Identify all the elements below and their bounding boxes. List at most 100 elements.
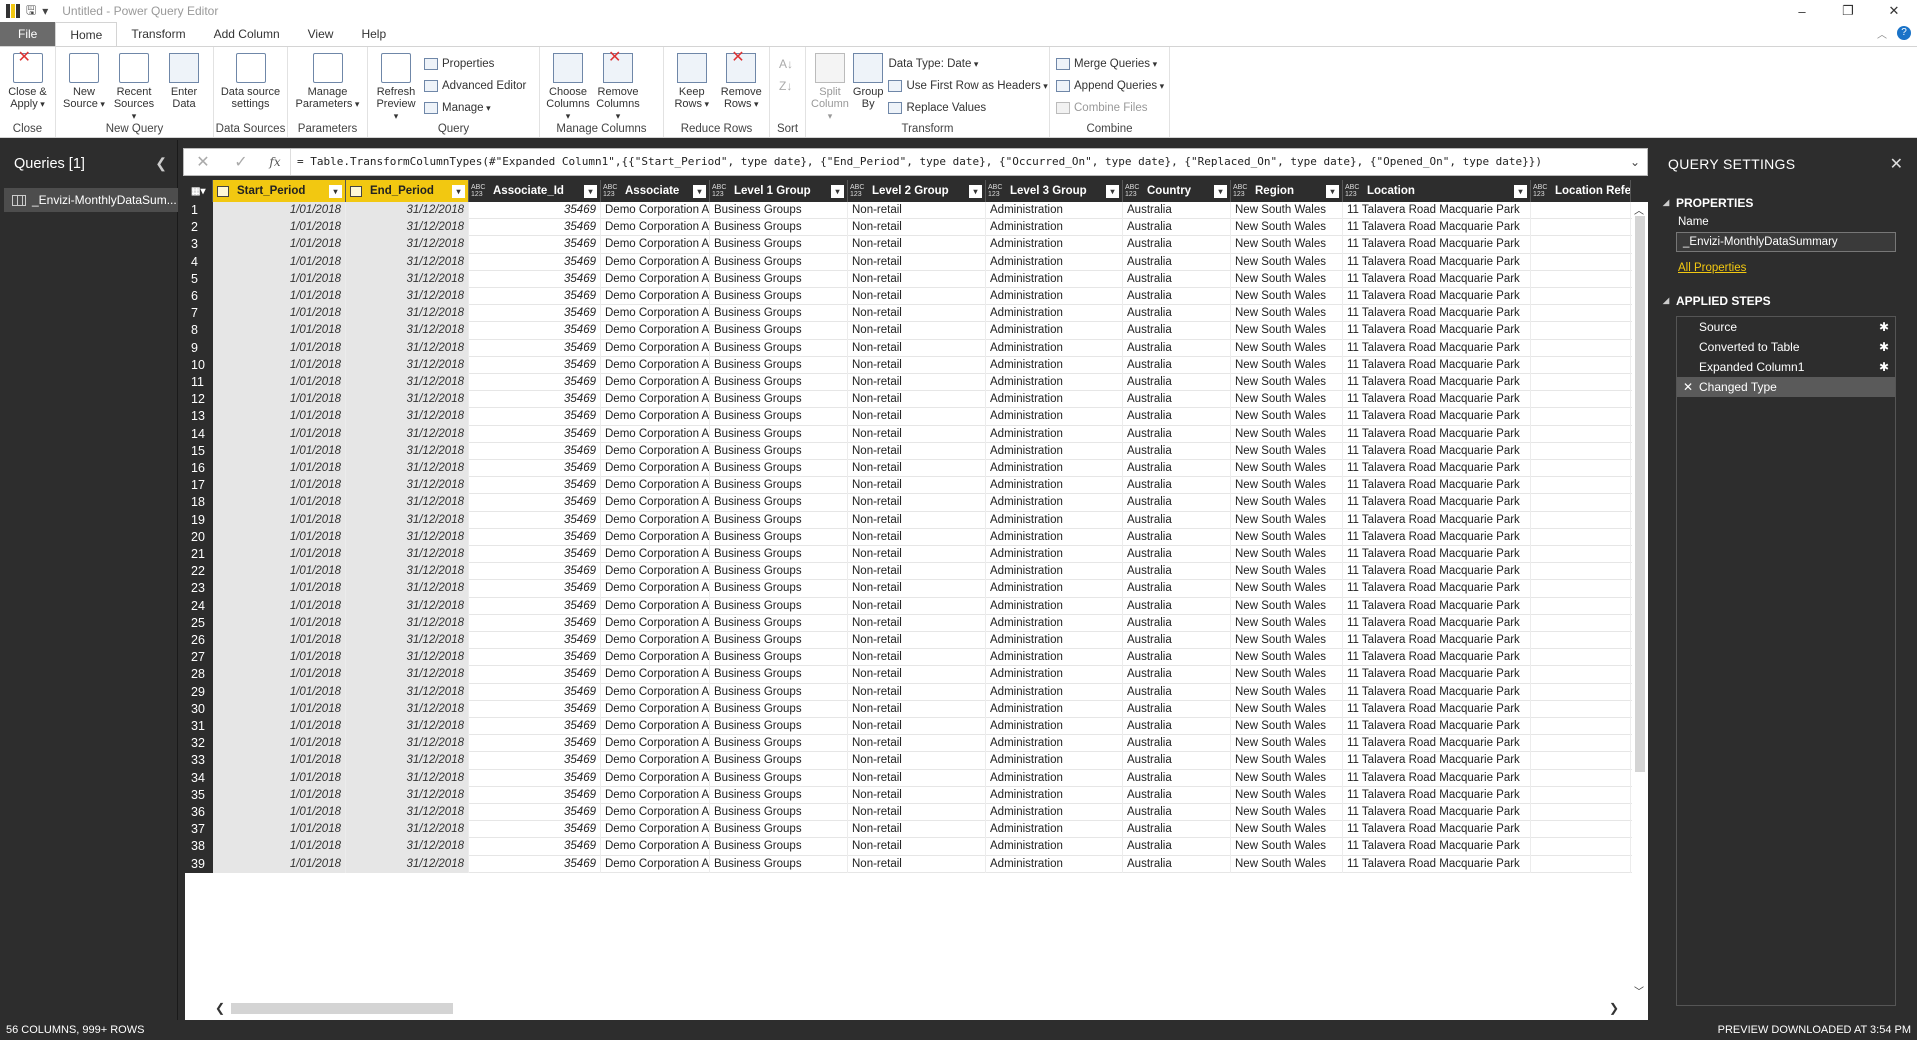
table-cell[interactable]: 35469 — [469, 700, 601, 718]
table-cell[interactable]: Business Groups — [710, 804, 848, 822]
table-cell[interactable]: Demo Corporation AU — [601, 288, 710, 306]
row-number[interactable]: 22 — [185, 563, 213, 581]
table-cell[interactable]: Australia — [1123, 322, 1231, 340]
row-number[interactable]: 10 — [185, 356, 213, 374]
table-cell[interactable]: 1/01/2018 — [213, 202, 346, 220]
table-cell[interactable]: 31/12/2018 — [346, 821, 469, 839]
table-cell[interactable]: Business Groups — [710, 288, 848, 306]
column-header[interactable]: Start_Period ▾ — [213, 180, 346, 202]
table-cell[interactable]: 1/01/2018 — [213, 580, 346, 598]
table-cell[interactable]: New South Wales — [1231, 855, 1343, 873]
horizontal-scroll-thumb[interactable] — [231, 1003, 453, 1014]
table-cell[interactable]: New South Wales — [1231, 752, 1343, 770]
table-cell[interactable]: 11 Talavera Road Macquarie Park — [1343, 563, 1531, 581]
row-number[interactable]: 37 — [185, 821, 213, 839]
table-cell[interactable] — [1531, 408, 1631, 426]
table-cell[interactable]: 35469 — [469, 477, 601, 495]
table-cell[interactable]: 11 Talavera Road Macquarie Park — [1343, 511, 1531, 529]
table-cell[interactable]: Australia — [1123, 546, 1231, 564]
table-cell[interactable]: Business Groups — [710, 528, 848, 546]
table-cell[interactable]: New South Wales — [1231, 391, 1343, 409]
table-cell[interactable]: Demo Corporation AU — [601, 528, 710, 546]
table-cell[interactable]: 1/01/2018 — [213, 425, 346, 443]
table-cell[interactable] — [1531, 546, 1631, 564]
row-number[interactable]: 38 — [185, 838, 213, 856]
table-cell[interactable] — [1531, 356, 1631, 374]
table-cell[interactable]: Demo Corporation AU — [601, 752, 710, 770]
vertical-scroll-thumb[interactable] — [1635, 216, 1645, 772]
table-cell[interactable]: Australia — [1123, 614, 1231, 632]
table-row[interactable]: 20 1/01/2018 31/12/2018 35469 Demo Corporati… — [185, 528, 1648, 546]
table-cell[interactable]: 31/12/2018 — [346, 270, 469, 288]
table-cell[interactable]: Business Groups — [710, 219, 848, 237]
table-cell[interactable]: Demo Corporation AU — [601, 769, 710, 787]
table-cell[interactable]: Business Groups — [710, 597, 848, 615]
table-cell[interactable]: Demo Corporation AU — [601, 374, 710, 392]
query-name-input[interactable]: _Envizi-MonthlyDataSummary — [1676, 232, 1896, 252]
table-cell[interactable]: 11 Talavera Road Macquarie Park — [1343, 528, 1531, 546]
table-row[interactable]: 7 1/01/2018 31/12/2018 35469 Demo Corporatio… — [185, 305, 1648, 323]
table-cell[interactable]: Demo Corporation AU — [601, 666, 710, 684]
table-cell[interactable]: New South Wales — [1231, 804, 1343, 822]
table-cell[interactable]: Business Groups — [710, 408, 848, 426]
table-row[interactable]: 29 1/01/2018 31/12/2018 35469 Demo Corporati… — [185, 683, 1648, 701]
maximize-button[interactable]: ❐ — [1825, 0, 1871, 22]
table-cell[interactable]: 11 Talavera Road Macquarie Park — [1343, 855, 1531, 873]
table-cell[interactable]: 31/12/2018 — [346, 202, 469, 220]
merge-queries-button[interactable]: Merge Queries — [1056, 53, 1164, 75]
calendar-type-icon[interactable] — [350, 185, 362, 197]
tab-add-column[interactable]: Add Column — [200, 22, 294, 46]
table-cell[interactable]: New South Wales — [1231, 460, 1343, 478]
table-cell[interactable]: 35469 — [469, 511, 601, 529]
step-converted-to-table[interactable]: Converted to Table ✱ — [1677, 337, 1895, 357]
table-cell[interactable]: 1/01/2018 — [213, 597, 346, 615]
table-row[interactable]: 15 1/01/2018 31/12/2018 35469 Demo Corporati… — [185, 442, 1648, 460]
table-cell[interactable]: Business Groups — [710, 339, 848, 357]
table-cell[interactable]: Business Groups — [710, 563, 848, 581]
table-cell[interactable]: New South Wales — [1231, 769, 1343, 787]
close-settings-icon[interactable]: ✕ — [1890, 154, 1903, 174]
table-cell[interactable] — [1531, 374, 1631, 392]
horizontal-scrollbar[interactable]: ❮ ❯ — [185, 998, 1648, 1020]
table-cell[interactable]: Demo Corporation AU — [601, 339, 710, 357]
collapse-queries-icon[interactable]: ❮ — [155, 155, 167, 172]
table-cell[interactable]: Non-retail — [848, 460, 986, 478]
table-cell[interactable] — [1531, 614, 1631, 632]
table-cell[interactable]: 31/12/2018 — [346, 528, 469, 546]
table-cell[interactable]: Administration — [986, 270, 1123, 288]
table-cell[interactable]: Non-retail — [848, 649, 986, 667]
table-cell[interactable] — [1531, 322, 1631, 340]
table-cell[interactable]: 1/01/2018 — [213, 649, 346, 667]
table-cell[interactable]: 31/12/2018 — [346, 546, 469, 564]
table-cell[interactable]: Business Groups — [710, 786, 848, 804]
table-cell[interactable] — [1531, 666, 1631, 684]
table-cell[interactable]: New South Wales — [1231, 425, 1343, 443]
table-cell[interactable]: Business Groups — [710, 442, 848, 460]
table-cell[interactable]: New South Wales — [1231, 838, 1343, 856]
table-cell[interactable]: New South Wales — [1231, 632, 1343, 650]
table-cell[interactable]: 31/12/2018 — [346, 253, 469, 271]
applied-steps-section[interactable]: APPLIED STEPS — [1654, 290, 1917, 312]
table-cell[interactable]: 1/01/2018 — [213, 477, 346, 495]
step-changed-type[interactable]: ✕ Changed Type — [1677, 377, 1895, 397]
table-cell[interactable]: Non-retail — [848, 425, 986, 443]
table-cell[interactable]: Demo Corporation AU — [601, 425, 710, 443]
delete-step-icon[interactable]: ✕ — [1683, 377, 1693, 397]
column-header[interactable]: ABC 123 Location Refer — [1531, 180, 1631, 202]
table-cell[interactable]: Administration — [986, 391, 1123, 409]
table-cell[interactable]: Demo Corporation AU — [601, 356, 710, 374]
table-cell[interactable]: New South Wales — [1231, 494, 1343, 512]
table-cell[interactable]: Business Groups — [710, 546, 848, 564]
table-cell[interactable]: Business Groups — [710, 838, 848, 856]
row-number[interactable]: 35 — [185, 786, 213, 804]
table-cell[interactable]: Australia — [1123, 821, 1231, 839]
table-cell[interactable] — [1531, 425, 1631, 443]
table-cell[interactable]: Administration — [986, 460, 1123, 478]
table-cell[interactable]: Australia — [1123, 305, 1231, 323]
table-cell[interactable]: 35469 — [469, 288, 601, 306]
table-cell[interactable]: Administration — [986, 253, 1123, 271]
table-cell[interactable]: 1/01/2018 — [213, 786, 346, 804]
table-cell[interactable]: Non-retail — [848, 477, 986, 495]
table-cell[interactable]: 35469 — [469, 460, 601, 478]
table-cell[interactable]: 35469 — [469, 374, 601, 392]
